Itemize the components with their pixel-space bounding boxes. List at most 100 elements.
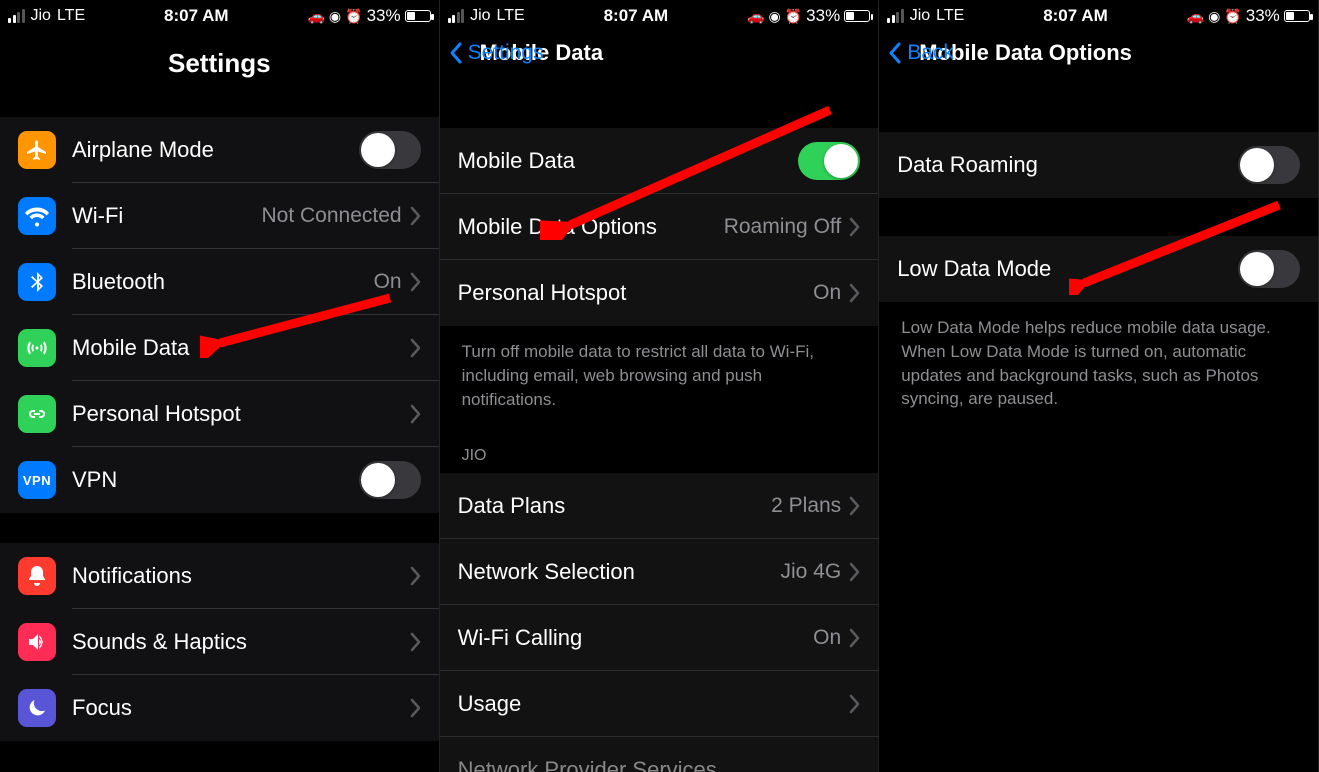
row-network-provider-services[interactable]: Network Provider Services	[440, 737, 879, 772]
row-label: Personal Hotspot	[458, 280, 627, 306]
back-button[interactable]: Settings	[448, 41, 544, 65]
carrier-label: Jio	[910, 7, 930, 25]
signal-icon	[8, 9, 25, 23]
chevron-right-icon	[410, 698, 421, 718]
row-value: On	[374, 270, 402, 294]
chevron-right-icon	[849, 217, 860, 237]
airplane-icon	[18, 131, 56, 169]
carrier-label: Jio	[470, 7, 490, 25]
battery-pct: 33%	[806, 6, 840, 26]
row-usage[interactable]: Usage	[440, 671, 879, 737]
car-icon: 🚗	[307, 8, 324, 25]
row-label: VPN	[72, 467, 117, 493]
chevron-left-icon	[448, 41, 464, 65]
location-icon: ◉	[329, 8, 341, 25]
row-notifications[interactable]: Notifications	[0, 543, 439, 609]
alarm-icon: ⏰	[785, 8, 802, 25]
row-bluetooth[interactable]: Bluetooth On	[0, 249, 439, 315]
status-right: 🚗 ◉ ⏰ 33%	[747, 6, 870, 26]
data-roaming-toggle[interactable]	[1238, 146, 1300, 184]
wifi-icon	[18, 197, 56, 235]
row-label: Notifications	[72, 563, 192, 589]
row-label: Focus	[72, 695, 132, 721]
status-time: 8:07 AM	[525, 6, 747, 26]
row-mobile-data-toggle[interactable]: Mobile Data	[440, 128, 879, 194]
chevron-right-icon	[410, 566, 421, 586]
row-label: Data Roaming	[897, 152, 1038, 178]
status-bar: Jio LTE 8:07 AM 🚗 ◉ ⏰ 33%	[879, 0, 1318, 28]
chevron-right-icon	[849, 562, 860, 582]
screen-settings: Jio LTE 8:07 AM 🚗 ◉ ⏰ 33% Settings Airpl…	[0, 0, 440, 772]
footer-text: Turn off mobile data to restrict all dat…	[440, 326, 879, 421]
speaker-icon	[18, 623, 56, 661]
row-airplane-mode[interactable]: Airplane Mode	[0, 117, 439, 183]
moon-icon	[18, 689, 56, 727]
row-network-selection[interactable]: Network Selection Jio 4G	[440, 539, 879, 605]
settings-group-connectivity: Airplane Mode Wi-Fi Not Connected Blueto…	[0, 117, 439, 513]
row-label: Bluetooth	[72, 269, 165, 295]
settings-group-notifications: Notifications Sounds & Haptics Focus	[0, 543, 439, 741]
row-label: Mobile Data Options	[458, 214, 657, 240]
row-value: On	[813, 626, 841, 650]
network-label: LTE	[497, 7, 525, 25]
mobile-data-toggle[interactable]	[798, 142, 860, 180]
row-label: Network Selection	[458, 559, 635, 585]
car-icon: 🚗	[1187, 8, 1204, 25]
row-label: Personal Hotspot	[72, 401, 241, 427]
status-time: 8:07 AM	[964, 6, 1186, 26]
row-label: Low Data Mode	[897, 256, 1051, 282]
row-focus[interactable]: Focus	[0, 675, 439, 741]
low-data-mode-toggle[interactable]	[1238, 250, 1300, 288]
row-value: 2 Plans	[771, 494, 841, 518]
vpn-toggle[interactable]	[359, 461, 421, 499]
alarm-icon: ⏰	[1224, 8, 1241, 25]
chevron-right-icon	[849, 694, 860, 714]
row-personal-hotspot[interactable]: Personal Hotspot On	[440, 260, 879, 326]
location-icon: ◉	[769, 8, 781, 25]
page-title: Settings	[0, 48, 439, 79]
battery-pct: 33%	[1246, 6, 1280, 26]
row-data-plans[interactable]: Data Plans 2 Plans	[440, 473, 879, 539]
chevron-right-icon	[849, 496, 860, 516]
row-mobile-data[interactable]: Mobile Data	[0, 315, 439, 381]
nav-header: Settings Mobile Data	[440, 28, 879, 78]
nav-header: Back Mobile Data Options	[879, 28, 1318, 78]
vpn-badge-text: VPN	[23, 473, 51, 488]
chevron-right-icon	[849, 628, 860, 648]
bell-icon	[18, 557, 56, 595]
signal-icon	[887, 9, 904, 23]
back-label: Back	[907, 41, 954, 65]
row-wifi-calling[interactable]: Wi-Fi Calling On	[440, 605, 879, 671]
mobile-data-group1: Mobile Data Mobile Data Options Roaming …	[440, 128, 879, 326]
chevron-right-icon	[410, 206, 421, 226]
row-sounds-haptics[interactable]: Sounds & Haptics	[0, 609, 439, 675]
status-right: 🚗 ◉ ⏰ 33%	[307, 6, 430, 26]
status-bar: Jio LTE 8:07 AM 🚗 ◉ ⏰ 33%	[440, 0, 879, 28]
location-icon: ◉	[1208, 8, 1220, 25]
cellular-icon	[18, 329, 56, 367]
row-label: Mobile Data	[458, 148, 575, 174]
row-label: Wi-Fi Calling	[458, 625, 583, 651]
hotspot-icon	[18, 395, 56, 433]
back-button[interactable]: Back	[887, 41, 954, 65]
row-value: Roaming Off	[724, 215, 842, 239]
footer-text: Low Data Mode helps reduce mobile data u…	[879, 302, 1318, 421]
network-label: LTE	[57, 7, 85, 25]
row-wifi[interactable]: Wi-Fi Not Connected	[0, 183, 439, 249]
screen-mobile-data-options: Jio LTE 8:07 AM 🚗 ◉ ⏰ 33% Back Mobile Da…	[879, 0, 1319, 772]
row-vpn[interactable]: VPN VPN	[0, 447, 439, 513]
airplane-toggle[interactable]	[359, 131, 421, 169]
back-label: Settings	[468, 41, 544, 65]
chevron-right-icon	[410, 404, 421, 424]
section-header-carrier: JIO	[440, 421, 879, 473]
row-personal-hotspot[interactable]: Personal Hotspot	[0, 381, 439, 447]
row-mobile-data-options[interactable]: Mobile Data Options Roaming Off	[440, 194, 879, 260]
row-label: Usage	[458, 691, 522, 717]
page-title-wrap: Settings	[0, 28, 439, 107]
row-data-roaming[interactable]: Data Roaming	[879, 132, 1318, 198]
car-icon: 🚗	[747, 8, 764, 25]
battery-icon	[405, 10, 431, 22]
row-low-data-mode[interactable]: Low Data Mode	[879, 236, 1318, 302]
carrier-label: Jio	[31, 7, 51, 25]
chevron-right-icon	[849, 283, 860, 303]
